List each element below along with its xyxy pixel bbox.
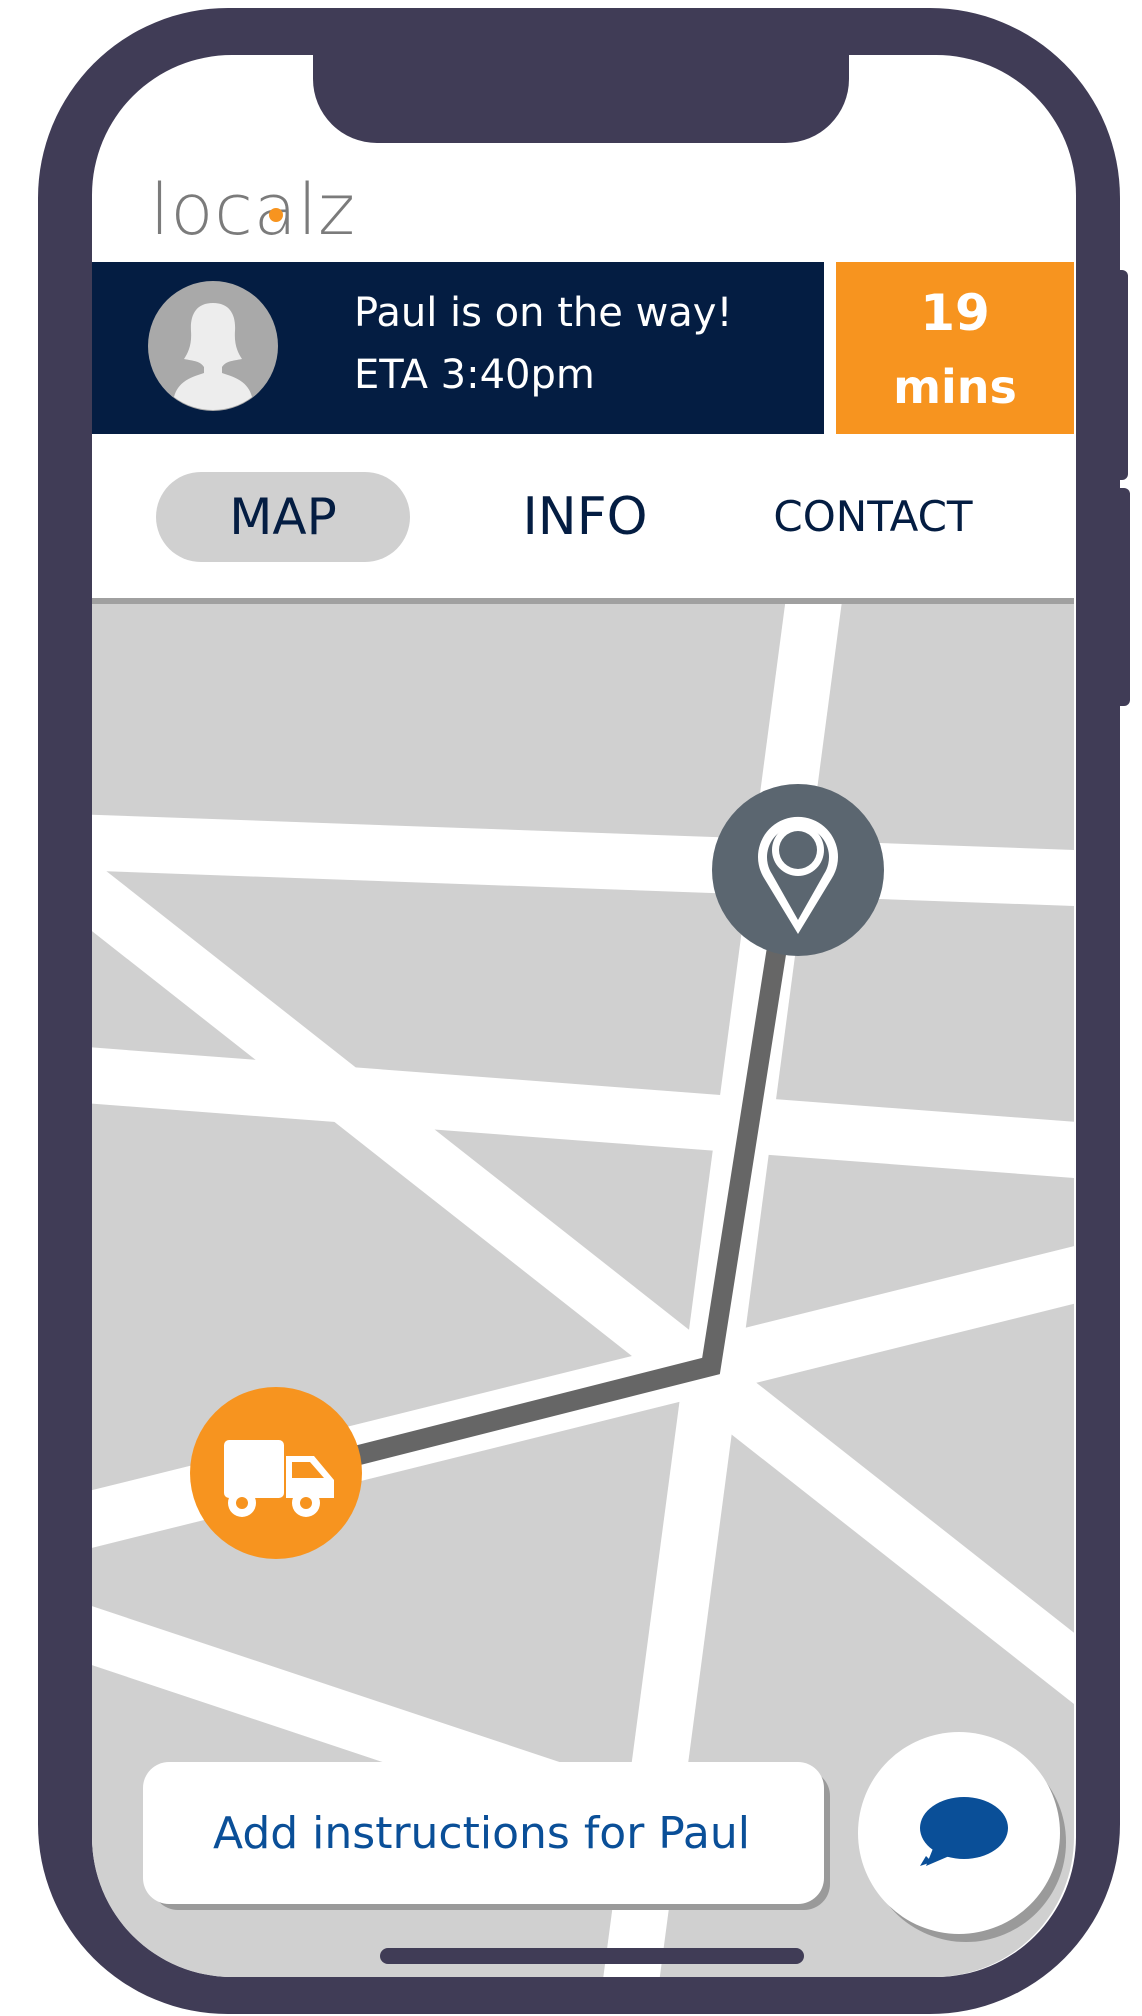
home-indicator[interactable] (380, 1948, 804, 1964)
tab-map[interactable]: MAP (156, 472, 410, 562)
destination-marker[interactable] (712, 784, 884, 956)
eta-time-text: ETA 3:40pm (354, 352, 595, 398)
tab-divider (92, 598, 1074, 604)
driver-status-text: Paul is on the way! (354, 290, 733, 336)
camera-notch (313, 55, 849, 143)
driver-avatar (148, 281, 278, 411)
chat-bubble-icon (920, 1797, 1008, 1866)
logo-accent-dot (269, 208, 283, 222)
person-silhouette-icon (174, 303, 252, 410)
volume-button (1116, 270, 1128, 480)
eta-minutes-unit: mins (893, 360, 1017, 414)
road (92, 814, 1074, 907)
eta-minutes-value: 19 (920, 284, 990, 342)
driver-marker[interactable] (190, 1387, 362, 1559)
eta-minutes-box: 19 mins (836, 262, 1074, 434)
power-button (1116, 488, 1130, 706)
logo-text: localz (150, 169, 356, 251)
tab-contact[interactable]: CONTACT (760, 472, 986, 562)
add-instructions-label: Add instructions for Paul (213, 1808, 750, 1859)
localz-logo: localz (150, 175, 356, 245)
tab-info[interactable]: INFO (500, 472, 670, 562)
